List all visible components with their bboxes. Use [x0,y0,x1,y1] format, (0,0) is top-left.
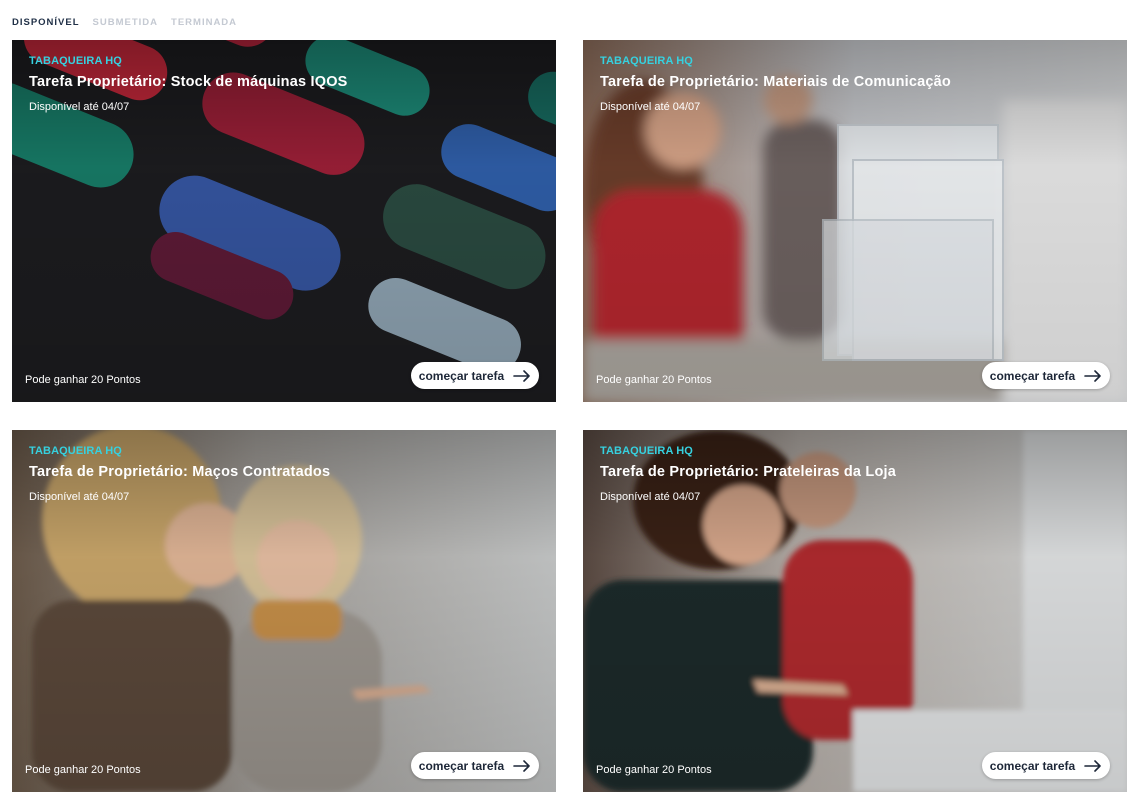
task-card-communication-materials[interactable]: TABAQUEIRA HQ Tarefa de Proprietário: Ma… [583,40,1127,402]
arrow-right-icon [1084,369,1101,382]
tab-disponivel[interactable]: DISPONÍVEL [12,17,80,28]
status-tabs: DISPONÍVEL SUBMETIDA TERMINADA [12,14,237,30]
start-task-button[interactable]: começar tarefa [982,752,1110,779]
task-card-iqos-stock[interactable]: TABAQUEIRA HQ Tarefa Proprietário: Stock… [12,40,556,402]
card-title: Tarefa de Proprietário: Materiais de Com… [600,74,951,90]
arrow-right-icon [513,759,530,772]
arrow-right-icon [1084,759,1101,772]
start-task-button[interactable]: começar tarefa [411,752,539,779]
card-title: Tarefa de Proprietário: Maços Contratado… [29,464,331,480]
card-availability: Disponível até 04/07 [29,491,130,503]
card-points: Pode ganhar 20 Pontos [596,374,712,386]
card-brand: TABAQUEIRA HQ [29,55,122,67]
card-brand: TABAQUEIRA HQ [600,445,693,457]
card-overlay [583,40,1127,402]
start-task-label: começar tarefa [418,368,505,383]
card-points: Pode ganhar 20 Pontos [25,374,141,386]
tab-terminada[interactable]: TERMINADA [171,17,237,28]
card-availability: Disponível até 04/07 [600,491,701,503]
task-card-contracted-packs[interactable]: TABAQUEIRA HQ Tarefa de Proprietário: Ma… [12,430,556,792]
start-task-label: começar tarefa [989,368,1076,383]
card-title: Tarefa Proprietário: Stock de máquinas I… [29,74,348,90]
card-title: Tarefa de Proprietário: Prateleiras da L… [600,464,897,480]
card-brand: TABAQUEIRA HQ [600,55,693,67]
start-task-label: começar tarefa [989,758,1076,773]
card-availability: Disponível até 04/07 [29,101,130,113]
arrow-right-icon [513,369,530,382]
start-task-label: começar tarefa [418,758,505,773]
card-overlay [12,40,556,402]
task-card-store-shelves[interactable]: TABAQUEIRA HQ Tarefa de Proprietário: Pr… [583,430,1127,792]
card-points: Pode ganhar 20 Pontos [25,764,141,776]
card-overlay [583,430,1127,792]
start-task-button[interactable]: começar tarefa [982,362,1110,389]
start-task-button[interactable]: começar tarefa [411,362,539,389]
card-points: Pode ganhar 20 Pontos [596,764,712,776]
card-availability: Disponível até 04/07 [600,101,701,113]
card-brand: TABAQUEIRA HQ [29,445,122,457]
tab-submetida[interactable]: SUBMETIDA [93,17,158,28]
card-overlay [12,430,556,792]
